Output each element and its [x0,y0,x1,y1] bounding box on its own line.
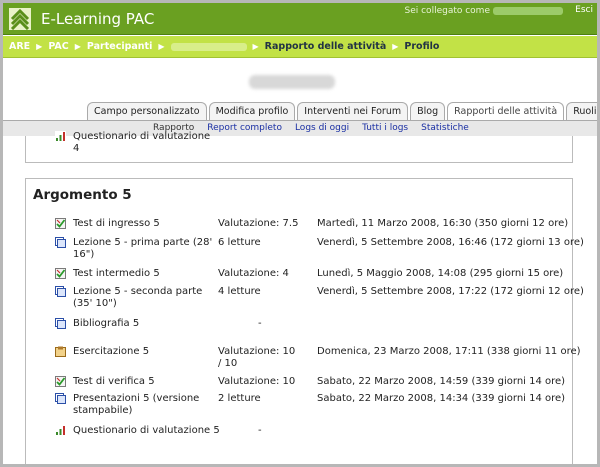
activity-date: Venerdì, 5 Settembre 2008, 16:46 (172 gi… [317,237,584,248]
activity-link[interactable]: Test di ingresso 5 [73,218,223,230]
previous-activity-number: 4 [73,143,80,154]
breadcrumb-pac[interactable]: PAC [48,41,68,52]
breadcrumb-partecipanti[interactable]: Partecipanti [87,41,152,52]
activity-link[interactable]: Questionario di valutazione 5 [73,425,223,437]
breadcrumb-redacted-user[interactable] [170,42,247,51]
breadcrumb-separator-icon: ▶ [158,42,165,51]
activity-link[interactable]: Presentazioni 5 (versione stampabile) [73,393,223,417]
breadcrumb-separator-icon: ▶ [392,42,399,51]
activity-date: Sabato, 22 Marzo 2008, 14:59 (339 giorni… [317,376,566,387]
resource-icon [55,393,66,404]
site-logo-icon [9,8,31,30]
page: E-Learning PAC Sei collegato come Esci A… [3,3,597,464]
subtab-logs-oggi[interactable]: Logs di oggi [295,123,349,133]
quiz-icon [55,218,66,229]
breadcrumb-bar: ARE ▶ PAC ▶ Partecipanti ▶ ▶ Rapporto de… [3,36,597,58]
site-header: E-Learning PAC Sei collegato come Esci [3,3,597,35]
redacted-profile-name [249,75,335,89]
section-argomento-5: Argomento 5 Test di ingresso 5 Valutazio… [25,178,584,464]
breadcrumb-separator-icon: ▶ [36,42,43,51]
activity-link[interactable]: Test di verifica 5 [73,376,223,388]
previous-section: Questionario di valutazione 4 [25,131,573,163]
breadcrumb-separator-icon: ▶ [74,42,81,51]
activity-date: Domenica, 23 Marzo 2008, 17:11 (338 gior… [317,346,581,357]
subtab-tutti-logs[interactable]: Tutti i logs [362,123,408,133]
feedback-icon [55,131,66,142]
profile-tabs: Campo personalizzato Modifica profilo In… [87,102,597,120]
activity-grade: 4 letture [218,286,261,297]
activity-date: Venerdì, 5 Settembre 2008, 17:22 (172 gi… [317,286,584,297]
feedback-icon [55,425,66,436]
activity-date: Sabato, 22 Marzo 2008, 14:34 (339 giorni… [317,393,566,404]
activity-link[interactable]: Lezione 5 - prima parte (28' 16") [73,237,223,261]
activity-grade: 2 letture [218,393,261,404]
tab-blog[interactable]: Blog [410,102,446,120]
activity-grade: - [258,318,262,329]
previous-activity-name[interactable]: Questionario di valutazione [73,131,273,143]
activity-grade: Valutazione: 10 / 10 [218,346,296,369]
tab-ruoli[interactable]: Ruoli [566,102,597,120]
breadcrumb: ARE ▶ PAC ▶ Partecipanti ▶ ▶ Rapporto de… [9,41,439,52]
login-info: Sei collegato come [405,6,563,16]
activity-grade: 6 letture [218,237,261,248]
resource-icon [55,286,66,297]
activity-grade: Valutazione: 7.5 [218,218,299,229]
breadcrumb-are[interactable]: ARE [9,41,30,52]
activity-grade: - [258,425,262,436]
activity-date: Martedì, 11 Marzo 2008, 16:30 (350 giorn… [317,218,569,229]
breadcrumb-separator-icon: ▶ [252,42,259,51]
activity-date: Lunedì, 5 Maggio 2008, 14:08 (295 giorni… [317,268,564,279]
activity-grade: Valutazione: 10 [218,376,296,387]
redacted-username [493,6,563,15]
activity-link[interactable]: Bibliografia 5 [73,318,223,330]
activity-link[interactable]: Test intermedio 5 [73,268,223,280]
resource-icon [55,318,66,329]
activity-link[interactable]: Esercitazione 5 [73,346,223,358]
activity-grade: Valutazione: 4 [218,268,289,279]
tab-campo-personalizzato[interactable]: Campo personalizzato [87,102,207,120]
activity-link[interactable]: Lezione 5 - seconda parte (35' 10") [73,286,223,310]
quiz-icon [55,376,66,387]
resource-icon [55,237,66,248]
quiz-icon [55,268,66,279]
breadcrumb-rapporto: Rapporto delle attività [264,41,387,52]
logout-link[interactable]: Esci [575,5,593,15]
assignment-icon [55,346,66,357]
tab-interventi-forum[interactable]: Interventi nei Forum [297,102,409,120]
tab-rapporti-attivita[interactable]: Rapporti delle attività [447,102,565,120]
tab-modifica-profilo[interactable]: Modifica profilo [208,102,296,120]
section-title: Argomento 5 [33,187,132,203]
subtab-statistiche[interactable]: Statistiche [421,123,469,133]
breadcrumb-profilo: Profilo [404,41,440,52]
site-title: E-Learning PAC [41,10,155,28]
